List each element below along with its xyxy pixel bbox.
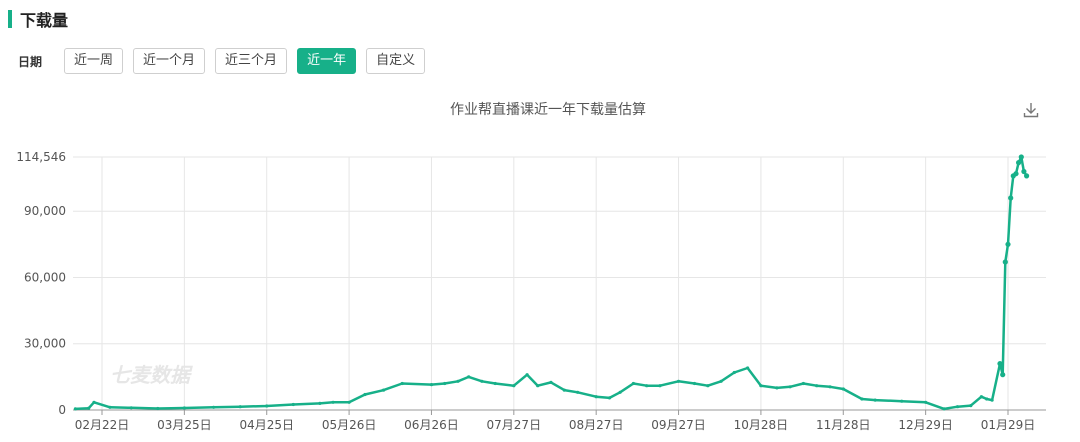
data-point[interactable] xyxy=(719,379,723,383)
data-point[interactable] xyxy=(400,381,404,386)
data-point[interactable] xyxy=(156,406,160,411)
data-point[interactable] xyxy=(429,383,434,387)
data-point[interactable] xyxy=(746,366,750,370)
data-point[interactable] xyxy=(942,407,946,411)
data-point[interactable] xyxy=(1005,241,1011,247)
data-point[interactable] xyxy=(873,398,877,402)
data-point[interactable] xyxy=(990,398,994,402)
data-point[interactable] xyxy=(331,400,335,404)
data-point[interactable] xyxy=(108,405,112,409)
data-point[interactable] xyxy=(549,380,553,384)
data-point[interactable] xyxy=(828,385,832,389)
y-tick-label: 90,000 xyxy=(24,204,66,218)
data-point[interactable] xyxy=(955,405,960,409)
data-point[interactable] xyxy=(759,384,763,388)
x-tick-label: 11月28日 xyxy=(816,418,871,432)
data-point[interactable] xyxy=(1021,168,1027,175)
data-point[interactable] xyxy=(182,406,186,410)
data-point[interactable] xyxy=(443,381,447,386)
data-point[interactable] xyxy=(92,400,96,404)
y-tick-label: 114,546 xyxy=(16,150,66,164)
data-point[interactable] xyxy=(775,386,779,390)
data-point[interactable] xyxy=(997,361,1003,367)
data-point[interactable] xyxy=(265,404,269,408)
x-tick-label: 07月27日 xyxy=(487,418,542,432)
x-tick-label: 06月26日 xyxy=(404,418,459,432)
series-line xyxy=(74,155,1028,411)
data-point[interactable] xyxy=(238,405,242,409)
data-point[interactable] xyxy=(969,404,973,408)
data-point[interactable] xyxy=(291,402,295,407)
data-point[interactable] xyxy=(467,375,471,379)
x-tick-label: 09月27日 xyxy=(651,418,706,432)
data-point[interactable] xyxy=(860,397,864,401)
x-tick-label: 10月28日 xyxy=(734,418,789,432)
data-point[interactable] xyxy=(1002,259,1008,265)
data-point[interactable] xyxy=(676,379,681,383)
data-point[interactable] xyxy=(900,399,904,403)
data-point[interactable] xyxy=(631,381,636,386)
data-point[interactable] xyxy=(801,381,806,386)
x-tick-label: 01月29日 xyxy=(981,418,1036,432)
y-tick-label: 0 xyxy=(58,403,66,417)
data-point[interactable] xyxy=(382,388,386,392)
y-tick-label: 60,000 xyxy=(24,270,66,284)
data-point[interactable] xyxy=(1018,154,1024,160)
data-point[interactable] xyxy=(129,406,133,410)
data-point[interactable] xyxy=(841,387,845,391)
x-tick-label: 08月27日 xyxy=(569,418,624,432)
watermark: 七麦数据 xyxy=(110,363,193,387)
data-point[interactable] xyxy=(480,379,484,383)
data-point[interactable] xyxy=(576,390,580,394)
y-tick-label: 30,000 xyxy=(24,337,66,351)
x-tick-label: 04月25日 xyxy=(239,418,294,432)
data-point[interactable] xyxy=(318,401,322,405)
data-point[interactable] xyxy=(692,381,697,386)
download-line-chart: 0 30,000 60,000 90,000 114,546 02月22日 03月25日 04… xyxy=(16,150,1046,432)
data-point[interactable] xyxy=(618,390,622,394)
data-point[interactable] xyxy=(924,400,928,404)
data-point[interactable] xyxy=(562,388,566,392)
data-point[interactable] xyxy=(87,406,91,410)
data-point[interactable] xyxy=(706,384,710,388)
data-point[interactable] xyxy=(788,385,792,389)
data-point[interactable] xyxy=(536,384,540,388)
data-point[interactable] xyxy=(347,400,351,404)
data-point[interactable] xyxy=(525,373,529,377)
x-tick-label: 05月26日 xyxy=(322,418,377,432)
data-point[interactable] xyxy=(493,381,497,386)
data-point[interactable] xyxy=(815,384,819,388)
data-point[interactable] xyxy=(985,397,989,401)
x-tick-label: 02月22日 xyxy=(75,418,130,432)
data-point[interactable] xyxy=(1024,173,1030,179)
data-point[interactable] xyxy=(1016,160,1022,166)
data-point[interactable] xyxy=(73,407,77,411)
data-point[interactable] xyxy=(1008,195,1014,201)
data-point[interactable] xyxy=(594,395,598,399)
data-point[interactable] xyxy=(363,392,367,397)
data-point[interactable] xyxy=(979,395,984,399)
data-point[interactable] xyxy=(212,405,216,409)
data-point[interactable] xyxy=(1000,372,1006,378)
data-point[interactable] xyxy=(732,370,736,375)
data-point[interactable] xyxy=(456,379,460,383)
x-tick-label: 03月25日 xyxy=(157,418,212,432)
data-point[interactable] xyxy=(645,384,649,388)
x-tick-label: 12月29日 xyxy=(898,418,953,432)
data-point[interactable] xyxy=(607,396,612,400)
data-point[interactable] xyxy=(1013,171,1019,177)
data-point[interactable] xyxy=(658,384,662,388)
data-point[interactable] xyxy=(512,384,516,388)
